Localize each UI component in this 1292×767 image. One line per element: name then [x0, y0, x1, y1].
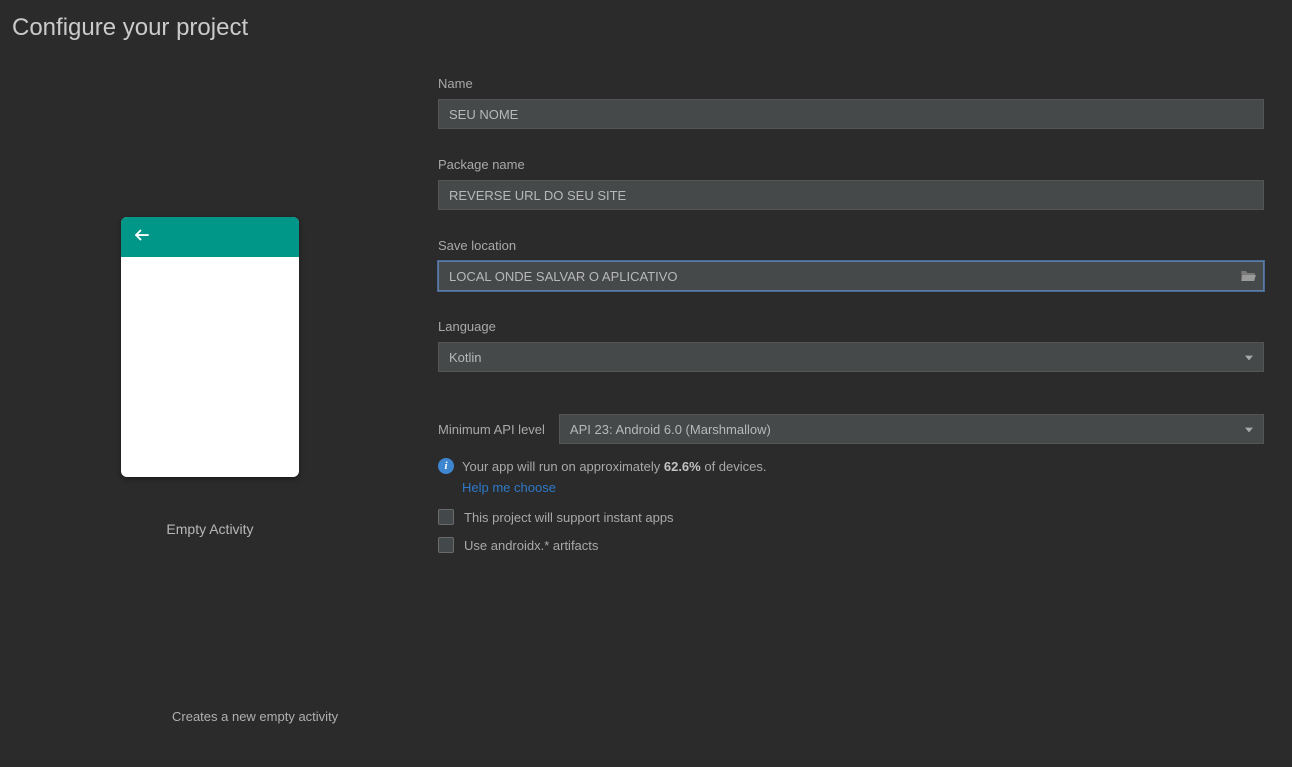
min-api-select[interactable]: API 23: Android 6.0 (Marshmallow): [559, 414, 1264, 444]
back-arrow-icon: [133, 226, 151, 249]
form-panel: Name Package name Save location Language: [420, 42, 1292, 759]
package-name-group: Package name: [438, 157, 1264, 210]
package-name-input[interactable]: [438, 180, 1264, 210]
save-location-group: Save location: [438, 238, 1264, 291]
language-select[interactable]: Kotlin: [438, 342, 1264, 372]
folder-browse-icon[interactable]: [1240, 269, 1256, 283]
instant-apps-checkbox[interactable]: [438, 509, 454, 525]
language-group: Language Kotlin: [438, 319, 1264, 372]
main-content: Empty Activity Creates a new empty activ…: [0, 42, 1292, 759]
template-description: Creates a new empty activity: [0, 709, 338, 724]
help-me-choose-link[interactable]: Help me choose: [462, 480, 556, 495]
min-api-label: Minimum API level: [438, 422, 545, 437]
chevron-down-icon: [1245, 422, 1253, 437]
phone-appbar: [121, 217, 299, 257]
instant-apps-row: This project will support instant apps: [438, 509, 1264, 525]
save-location-input[interactable]: [438, 261, 1264, 291]
template-preview-panel: Empty Activity Creates a new empty activ…: [0, 42, 420, 759]
name-input[interactable]: [438, 99, 1264, 129]
save-location-wrapper: [438, 261, 1264, 291]
androidx-row: Use androidx.* artifacts: [438, 537, 1264, 553]
instant-apps-label: This project will support instant apps: [464, 510, 674, 525]
save-location-label: Save location: [438, 238, 1264, 253]
info-icon: i: [438, 458, 454, 474]
phone-preview: [121, 217, 299, 477]
package-name-label: Package name: [438, 157, 1264, 172]
name-label: Name: [438, 76, 1264, 91]
androidx-label: Use androidx.* artifacts: [464, 538, 598, 553]
min-api-value: API 23: Android 6.0 (Marshmallow): [570, 422, 771, 437]
template-name-label: Empty Activity: [166, 521, 253, 537]
api-info-text: Your app will run on approximately 62.6%…: [462, 459, 767, 474]
language-value: Kotlin: [449, 350, 482, 365]
androidx-checkbox[interactable]: [438, 537, 454, 553]
page-title: Configure your project: [0, 0, 1292, 42]
language-label: Language: [438, 319, 1264, 334]
min-api-group: Minimum API level API 23: Android 6.0 (M…: [438, 414, 1264, 553]
api-info-row: i Your app will run on approximately 62.…: [438, 458, 1264, 474]
name-group: Name: [438, 76, 1264, 129]
chevron-down-icon: [1245, 350, 1253, 365]
